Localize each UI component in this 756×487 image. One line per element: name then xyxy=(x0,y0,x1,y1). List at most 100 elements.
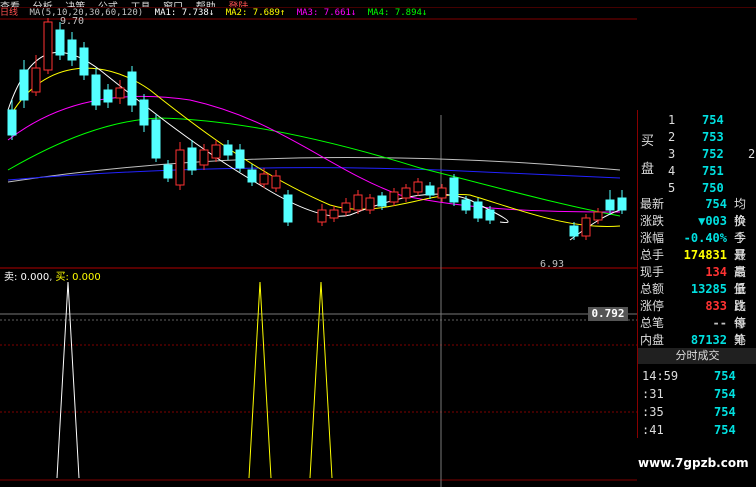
candle-body xyxy=(79,47,89,76)
stat-value: -0.40% xyxy=(683,231,727,245)
stat-value: 87132 xyxy=(690,333,727,347)
stat-label: 涨幅 xyxy=(640,231,665,245)
bid-row[interactable]: 4 751 xyxy=(668,163,756,180)
stat-row: 现手 134 最低 xyxy=(638,264,756,296)
candle-body xyxy=(581,217,591,237)
candle-body xyxy=(569,225,579,237)
candle-body xyxy=(271,175,281,189)
ma4-line xyxy=(7,117,621,217)
high-price-label: 9.70 xyxy=(60,16,84,27)
stat-value: -- xyxy=(712,316,727,330)
buy-value: 买: 0.000 xyxy=(55,272,101,283)
candle-body xyxy=(187,147,197,171)
candle-body xyxy=(485,209,495,221)
stat-row: 涨跌 ▼003 换手 xyxy=(638,213,756,245)
candle-body xyxy=(461,199,471,211)
candle-body xyxy=(247,169,257,183)
candle-body xyxy=(605,199,615,211)
tick-row: :35 754 xyxy=(638,403,756,421)
candle-body xyxy=(317,209,327,223)
tick-price: 754 xyxy=(714,369,736,383)
stat-label: 涨停 xyxy=(640,299,665,313)
indicator-label: 卖: 0.000, 买: 0.000 xyxy=(4,272,101,283)
stat-value: 754 xyxy=(705,197,727,211)
candle-body xyxy=(235,149,245,169)
candle-body xyxy=(19,69,29,101)
stat-row: 内盘87132外盘 xyxy=(638,332,756,364)
candle-body xyxy=(151,119,161,159)
sell-value: 卖: 0.000 xyxy=(4,272,50,283)
tick-price: 754 xyxy=(714,387,736,401)
stat-value: 134 xyxy=(705,265,727,279)
stat-value: 174831 xyxy=(683,248,727,262)
candle-body xyxy=(329,209,339,219)
bid-side-label: 买盘 xyxy=(641,134,655,177)
bid-row[interactable]: 2 753 xyxy=(668,129,756,146)
bid-box: 买盘 1 754 2 753 3 752 2 4 751 5 750 xyxy=(638,110,756,196)
watermark: www.7gpzb.com xyxy=(638,456,749,470)
candle-body xyxy=(353,194,363,211)
bid-price: 750 xyxy=(702,181,724,195)
candle-body xyxy=(413,181,423,193)
bid-level: 2 xyxy=(668,130,676,144)
candle-body xyxy=(7,109,17,136)
stat-label: 内盘 xyxy=(640,333,665,347)
candle-body xyxy=(617,197,627,211)
tick-time: :41 xyxy=(642,423,664,437)
candle-body xyxy=(377,195,387,207)
candle-body xyxy=(389,191,399,203)
candle-body xyxy=(223,144,233,156)
tick-row: :41 754 xyxy=(638,421,756,439)
tick-time: :35 xyxy=(642,405,664,419)
bid-row[interactable]: 1 754 xyxy=(668,112,756,129)
stat-label: 涨跌 xyxy=(640,214,665,228)
candle-body xyxy=(425,185,435,196)
bid-row[interactable]: 5 750 xyxy=(668,180,756,197)
stat-value: 833 xyxy=(705,299,727,313)
bid-level: 5 xyxy=(668,181,676,195)
candle-body xyxy=(163,164,173,179)
quote-panel: 买盘 1 754 2 753 3 752 2 4 751 5 750 最新 754… xyxy=(637,110,756,438)
low-price-label: 6.93 xyxy=(540,259,564,270)
candle-body xyxy=(199,149,209,166)
candle-body xyxy=(139,99,149,126)
candle-body xyxy=(341,202,351,213)
candle-body xyxy=(593,211,603,221)
tick-row: :31 754 xyxy=(638,385,756,403)
candle-body xyxy=(103,89,113,103)
stat-row: 涨幅 -0.40% 今开 xyxy=(638,230,756,262)
tab-time-sales[interactable]: 分时成交 xyxy=(638,348,756,364)
stat-row: 总额 13285 量比 xyxy=(638,281,756,313)
candle-body xyxy=(449,177,459,203)
tick-time: :31 xyxy=(642,387,664,401)
bid-volume: 2 xyxy=(748,147,756,161)
stat-label: 总笔 xyxy=(640,316,665,330)
buy-signal-spike-1 xyxy=(248,281,272,479)
candle-body xyxy=(31,67,41,93)
candle-body xyxy=(473,201,483,219)
candle-body xyxy=(115,87,125,99)
bid-price: 753 xyxy=(702,130,724,144)
ma5-line xyxy=(7,167,621,181)
bid-level: 1 xyxy=(668,113,676,127)
candle-body xyxy=(401,187,411,199)
stat-label: 总手 xyxy=(640,248,665,262)
bid-price: 754 xyxy=(702,113,724,127)
sell-signal-spike-1 xyxy=(56,281,80,479)
candle-body xyxy=(91,74,101,106)
stat-row: 最新 754 均价 xyxy=(638,196,756,228)
bid-row[interactable]: 3 752 2 xyxy=(668,146,756,163)
candle-body xyxy=(211,144,221,159)
candle-body xyxy=(67,39,77,61)
cursor-value-tag: 0.792 xyxy=(588,307,628,321)
stat-row: 涨停 833 跌停 xyxy=(638,298,756,330)
price-chart[interactable]: 9.70 6.93 xyxy=(0,0,637,487)
tick-time: 14:59 xyxy=(642,369,679,383)
candle-body xyxy=(365,197,375,211)
buy-signal-spike-2 xyxy=(309,281,333,479)
stat-value: ▼003 xyxy=(698,214,727,228)
candle-body xyxy=(437,187,447,199)
tick-price: 754 xyxy=(714,405,736,419)
stat-row: 总笔 -- 每笔 xyxy=(638,315,756,347)
candle-body xyxy=(43,21,53,71)
